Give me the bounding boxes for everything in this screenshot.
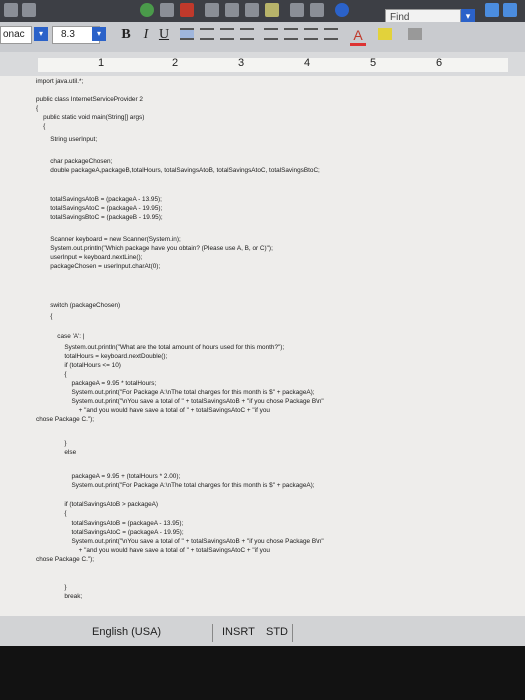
find-dropdown-icon[interactable]: ▾ — [461, 9, 475, 23]
image-icon[interactable] — [265, 3, 279, 17]
code-line: if (totalHours <= 10) — [36, 362, 121, 369]
underline-button[interactable]: U — [156, 27, 172, 43]
font-name-dropdown-icon[interactable]: ▾ — [34, 27, 48, 41]
ruler-number: 2 — [172, 57, 179, 69]
code-line: break; — [36, 593, 83, 600]
tool-icon[interactable] — [290, 3, 304, 17]
code-line: } — [36, 440, 67, 447]
language-status[interactable]: English (USA) — [92, 626, 161, 638]
globe-icon[interactable] — [140, 3, 154, 17]
code-line: + "and you would have save a total of " … — [36, 547, 270, 554]
code-line: public class InternetServiceProvider 2 — [36, 96, 143, 103]
code-line: String userInput; — [36, 136, 98, 143]
code-line: System.out.print("\nYou save a total of … — [36, 398, 324, 405]
code-line: chose Package C."); — [36, 416, 95, 423]
ruler[interactable]: 1 2 3 4 5 6 — [0, 52, 525, 76]
code-line: { — [36, 313, 53, 320]
code-line: double packageA,packageB,totalHours, tot… — [36, 167, 320, 174]
code-line: { — [36, 105, 39, 112]
find-next-icon[interactable] — [485, 3, 499, 17]
code-line: totalSavingsAtoB = (packageA - 13.95); — [36, 520, 184, 527]
document-text[interactable]: import java.util.*; public class Interne… — [0, 76, 525, 616]
ruler-number: 1 — [98, 57, 105, 69]
increase-indent-icon[interactable] — [324, 28, 338, 40]
code-line: packageA = 9.95 + (totalHours * 2.00); — [36, 473, 181, 480]
code-line: System.out.println("What are the total a… — [36, 344, 285, 351]
code-line: System.out.println("Which package have y… — [36, 245, 273, 252]
code-line: totalSavingsBtoC = (packageB - 19.95); — [36, 214, 163, 221]
code-line: + "and you would have save a total of " … — [36, 407, 270, 414]
decrease-indent-icon[interactable] — [304, 28, 318, 40]
code-line: System.out.print("For Package A:\nThe to… — [36, 482, 315, 489]
code-line: else — [36, 449, 77, 456]
tool-icon[interactable] — [4, 3, 18, 17]
code-line: packageA = 9.95 * totalHours; — [36, 380, 157, 387]
ruler-number: 3 — [238, 57, 245, 69]
bullet-list-icon[interactable] — [284, 28, 298, 40]
code-line: case 'A': | — [36, 333, 85, 340]
code-line: { — [36, 123, 46, 130]
tool-icon[interactable] — [225, 3, 239, 17]
status-bar: English (USA) INSRT STD — [0, 616, 525, 646]
status-divider — [292, 624, 293, 642]
font-color-button[interactable]: A — [350, 27, 366, 46]
align-right-icon[interactable] — [220, 28, 234, 40]
tool-icon[interactable] — [310, 3, 324, 17]
code-line: if (totalSavingsAtoB > packageA) — [36, 501, 159, 508]
italic-button[interactable]: I — [138, 27, 154, 43]
code-line: switch (packageChosen) — [36, 302, 121, 309]
code-line: totalSavingsAtoC = (packageA - 19.95); — [36, 205, 163, 212]
table-icon[interactable] — [160, 3, 174, 17]
ruler-number: 5 — [370, 57, 377, 69]
code-line: totalSavingsAtoC = (packageA - 19.95); — [36, 529, 184, 536]
highlight-icon[interactable] — [378, 28, 392, 40]
code-line: { — [36, 371, 67, 378]
code-line: char packageChosen; — [36, 158, 113, 165]
code-line: totalSavingsAtoB = (packageA - 13.95); — [36, 196, 162, 203]
align-left-icon[interactable] — [180, 28, 194, 40]
justify-icon[interactable] — [240, 28, 254, 40]
code-line: import java.util.*; — [36, 78, 84, 85]
ruler-number: 6 — [436, 57, 443, 69]
tool-icon[interactable] — [205, 3, 219, 17]
code-line: System.out.print("For Package A:\nThe to… — [36, 389, 315, 396]
code-line: totalHours = keyboard.nextDouble(); — [36, 353, 168, 360]
code-line: userInput = keyboard.nextLine(); — [36, 254, 143, 261]
font-size-dropdown-icon[interactable]: ▾ — [92, 27, 106, 41]
code-line: System.out.print("\nYou save a total of … — [36, 538, 324, 545]
tool-icon[interactable] — [22, 3, 36, 17]
background-color-icon[interactable] — [408, 28, 422, 40]
ruler-number: 4 — [304, 57, 311, 69]
align-center-icon[interactable] — [200, 28, 214, 40]
numbered-list-icon[interactable] — [264, 28, 278, 40]
desk-area — [0, 646, 525, 700]
status-divider — [212, 624, 213, 642]
code-line: } — [36, 584, 67, 591]
bold-button[interactable]: B — [118, 27, 134, 43]
top-toolbar: Find ▾ — [0, 0, 525, 27]
code-line: chose Package C."); — [36, 556, 95, 563]
code-line: { — [36, 510, 67, 517]
help-icon[interactable] — [335, 3, 349, 17]
find-prev-icon[interactable] — [503, 3, 517, 17]
selection-mode-status[interactable]: STD — [266, 626, 288, 638]
format-toolbar: onac ▾ 8.3 ▾ B I U A — [0, 22, 525, 52]
tool-icon[interactable] — [245, 3, 259, 17]
code-line: Scanner keyboard = new Scanner(System.in… — [36, 236, 181, 243]
font-name-field[interactable]: onac — [0, 26, 32, 44]
code-line: public static void main(String[] args) — [36, 114, 145, 121]
code-line: packageChosen = userInput.charAt(0); — [36, 263, 161, 270]
chart-icon[interactable] — [180, 3, 194, 17]
insert-mode-status[interactable]: INSRT — [222, 626, 255, 638]
document-page[interactable]: import java.util.*; public class Interne… — [0, 76, 525, 616]
